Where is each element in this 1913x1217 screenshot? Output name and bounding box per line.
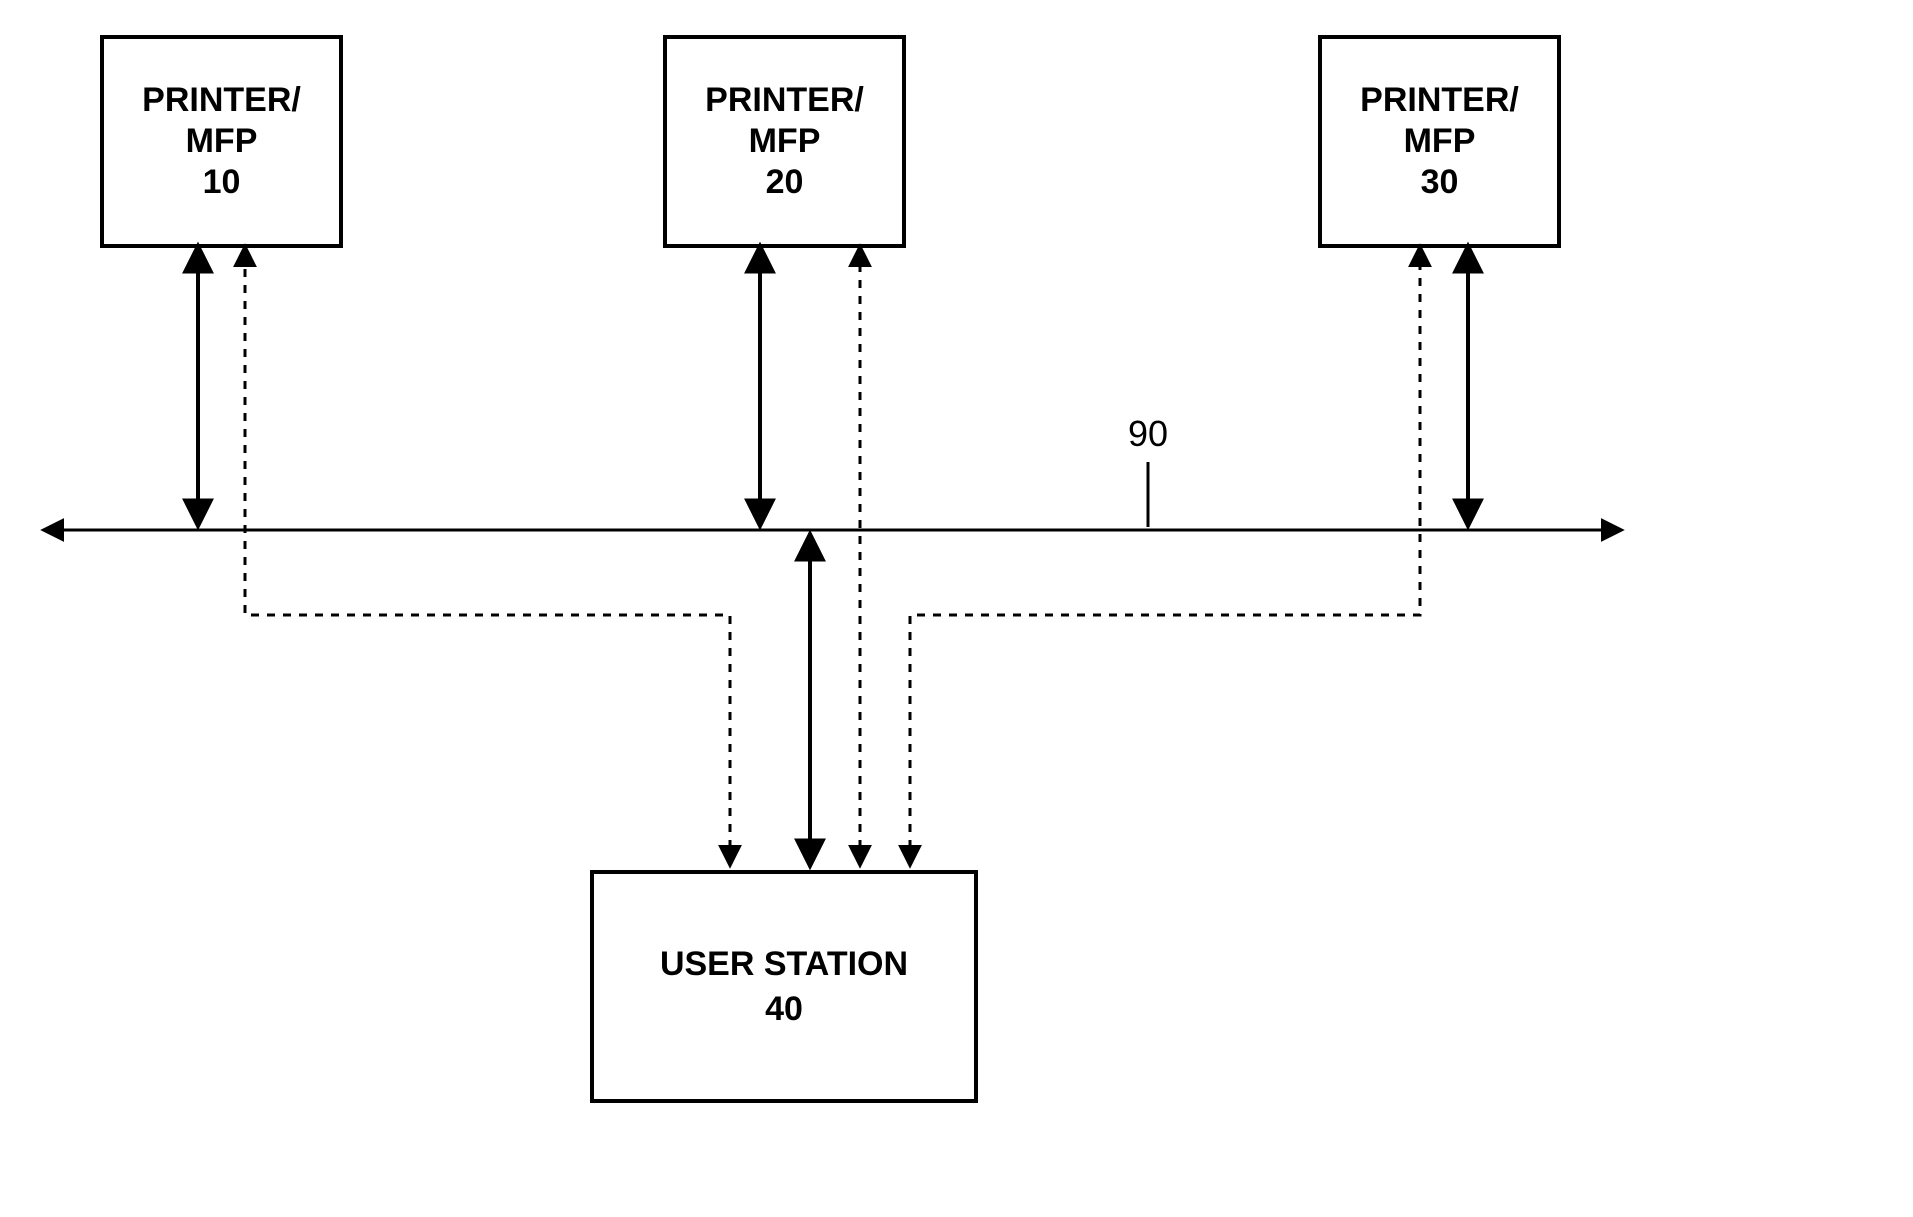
printer-1-label-line2: MFP bbox=[186, 121, 258, 162]
user-station-id: 40 bbox=[765, 987, 803, 1031]
user-station-box: USER STATION 40 bbox=[590, 870, 978, 1103]
printer-box-3: PRINTER/ MFP 30 bbox=[1318, 35, 1561, 248]
user-station-label: USER STATION bbox=[660, 942, 908, 986]
printer-box-1: PRINTER/ MFP 10 bbox=[100, 35, 343, 248]
printer-2-label-line2: MFP bbox=[749, 121, 821, 162]
printer-1-id: 10 bbox=[203, 162, 241, 203]
printer-2-id: 20 bbox=[766, 162, 804, 203]
printer-1-label-line1: PRINTER/ bbox=[142, 80, 301, 121]
printer-3-label-line1: PRINTER/ bbox=[1360, 80, 1519, 121]
bus-id-label: 90 bbox=[1128, 413, 1168, 455]
printer-box-2: PRINTER/ MFP 20 bbox=[663, 35, 906, 248]
user-p3-dashed bbox=[910, 248, 1420, 864]
printer-2-label-line1: PRINTER/ bbox=[705, 80, 864, 121]
printer-3-label-line2: MFP bbox=[1404, 121, 1476, 162]
user-p1-dashed bbox=[245, 248, 730, 864]
printer-3-id: 30 bbox=[1421, 162, 1459, 203]
